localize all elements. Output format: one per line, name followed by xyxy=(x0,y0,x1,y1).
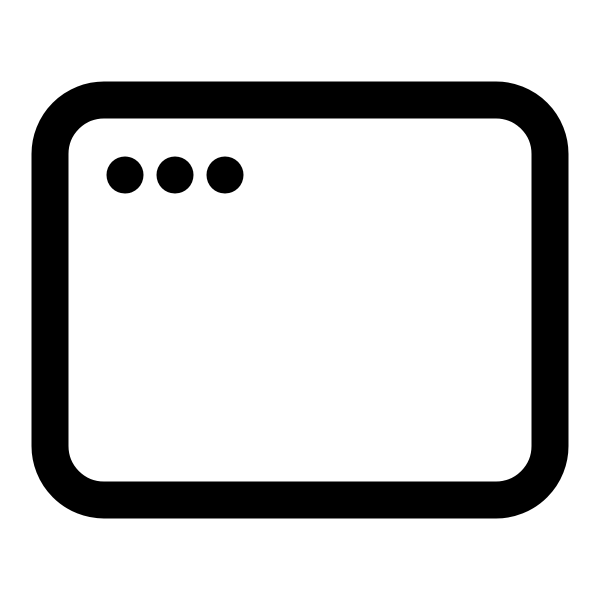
window-dot-2 xyxy=(156,156,194,194)
window-dots xyxy=(106,156,244,194)
icon-canvas xyxy=(0,0,600,600)
window-dot-3 xyxy=(206,156,244,194)
window-dot-1 xyxy=(106,156,144,194)
browser-window-icon xyxy=(31,81,569,519)
